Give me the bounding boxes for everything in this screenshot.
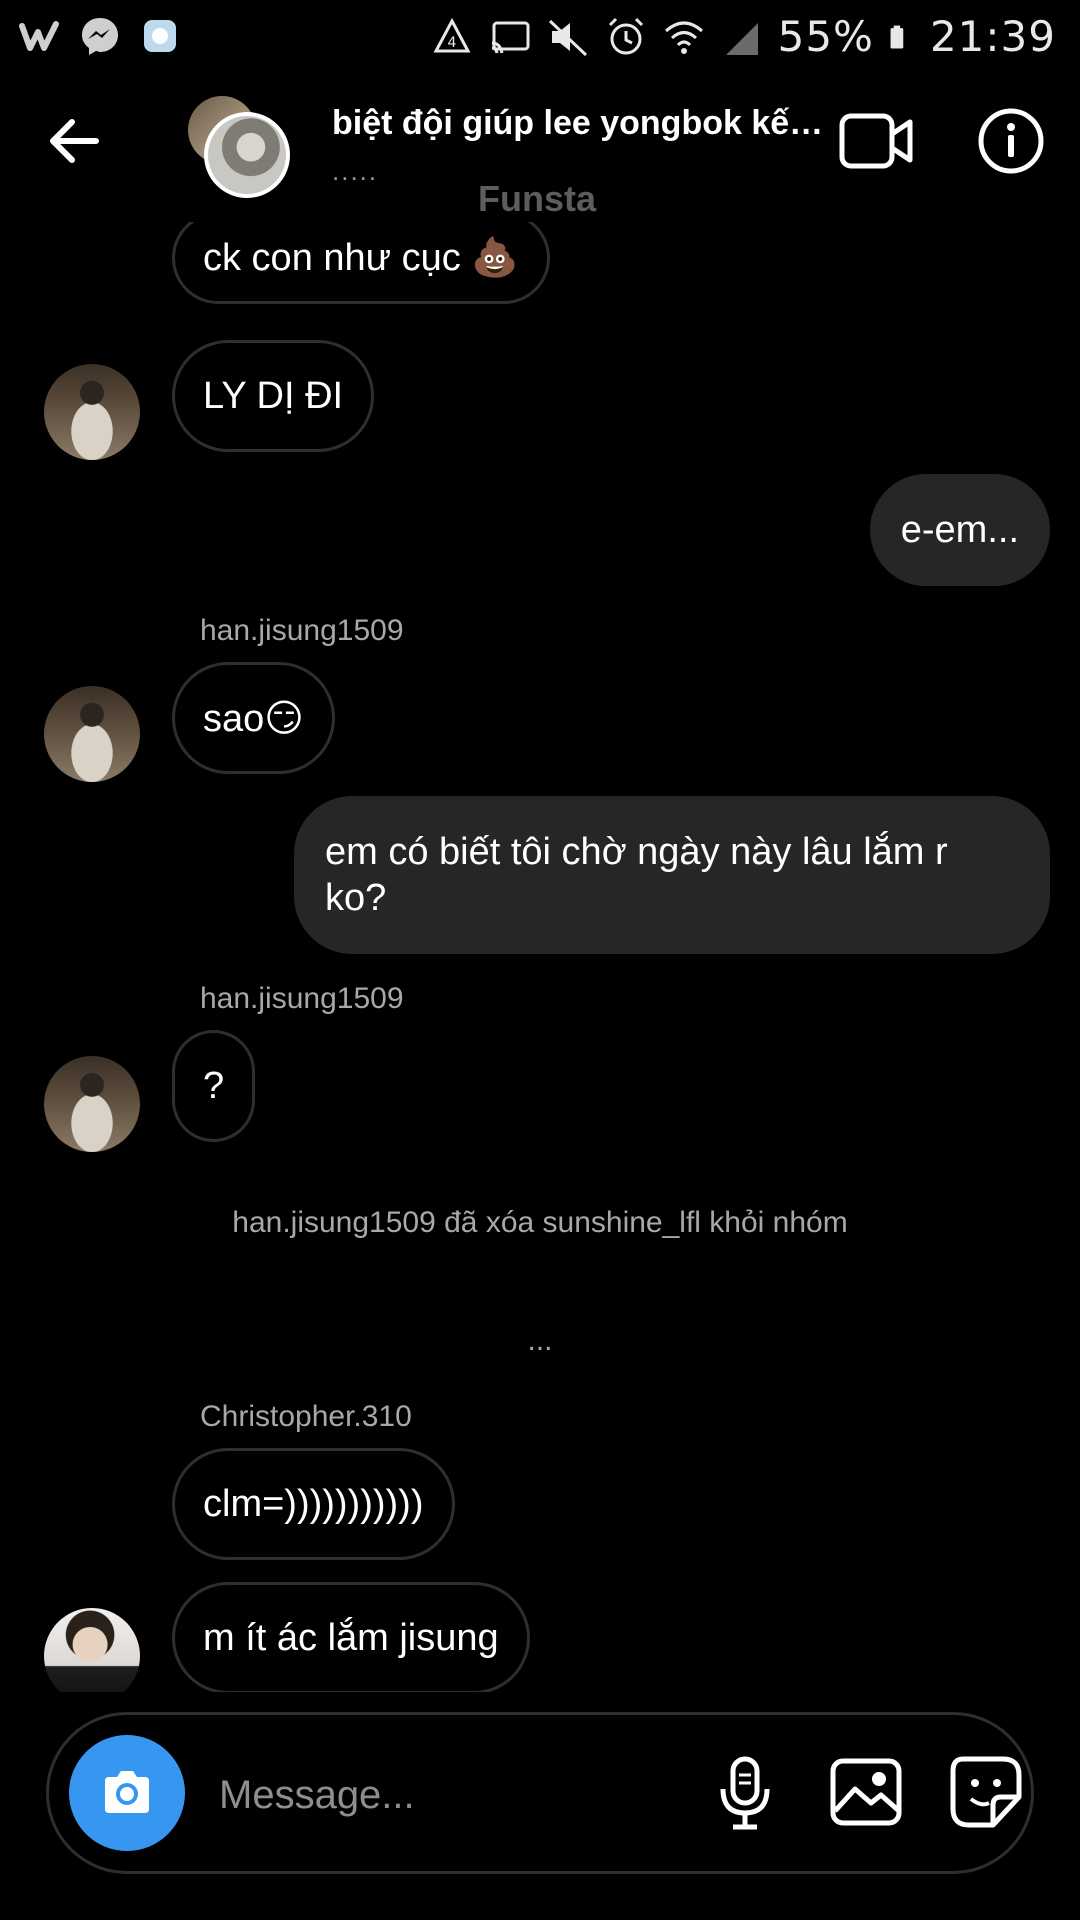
system-message: ... bbox=[527, 1324, 553, 1357]
message-bubble[interactable]: clm=))))))))))) bbox=[172, 1448, 455, 1560]
wattpad-icon bbox=[19, 21, 59, 51]
battery-percent: 55% bbox=[777, 12, 874, 61]
message-bubble[interactable]: ck con như cục 💩 bbox=[172, 222, 550, 304]
camera-icon bbox=[105, 1771, 149, 1813]
message-bubble[interactable]: ? bbox=[172, 1030, 256, 1142]
cast-icon bbox=[491, 21, 530, 53]
sender-avatar[interactable] bbox=[44, 364, 140, 460]
sender-avatar[interactable] bbox=[44, 686, 140, 782]
video-call-icon[interactable] bbox=[838, 110, 914, 172]
sender-name: han.jisung1509 bbox=[200, 614, 404, 647]
funsta-label: Funsta bbox=[478, 178, 597, 219]
alarm-icon bbox=[608, 17, 643, 54]
my-message-bubble[interactable]: em có biết tôi chờ ngày này lâu lắm r ko… bbox=[294, 796, 1050, 954]
sender-avatar[interactable] bbox=[44, 1608, 140, 1692]
wifi-icon bbox=[664, 21, 703, 54]
message-input[interactable] bbox=[217, 1759, 651, 1831]
clock: 21:39 bbox=[929, 12, 1056, 61]
sender-name: Christopher.310 bbox=[200, 1400, 412, 1433]
message-bubble[interactable]: m ít ác lắm jisung bbox=[172, 1582, 530, 1692]
gallery-icon[interactable] bbox=[827, 1753, 907, 1833]
message-thread[interactable]: ck con như cục 💩 LY DỊ ĐI e-em... han.ji… bbox=[0, 222, 1080, 1692]
battery-icon bbox=[890, 25, 904, 48]
status-bar: 4 55% 21:39 bbox=[0, 0, 1080, 80]
data-saver-icon: 4 bbox=[433, 17, 471, 52]
my-message-bubble[interactable]: e-em... bbox=[869, 474, 1050, 586]
group-avatar-front bbox=[204, 112, 290, 198]
signal-icon bbox=[725, 22, 758, 55]
group-avatar[interactable] bbox=[188, 96, 298, 198]
system-message: han.jisung1509 đã xóa sunshine_lfl khỏi … bbox=[232, 1206, 848, 1239]
message-bubble[interactable]: sao😏 bbox=[172, 662, 335, 774]
mute-icon bbox=[548, 19, 587, 56]
sticker-icon[interactable] bbox=[947, 1753, 1027, 1833]
info-icon[interactable] bbox=[976, 106, 1046, 176]
messenger-icon bbox=[82, 18, 118, 55]
chat-header: biệt đội giúp lee yongbok kết ... ..... … bbox=[0, 86, 1080, 226]
sender-avatar[interactable] bbox=[44, 1056, 140, 1152]
back-arrow-icon[interactable] bbox=[44, 110, 106, 172]
microphone-icon[interactable] bbox=[705, 1753, 785, 1833]
message-composer bbox=[46, 1712, 1034, 1874]
message-bubble[interactable]: LY DỊ ĐI bbox=[172, 340, 375, 452]
group-subtitle: ..... bbox=[332, 156, 379, 186]
app-icon bbox=[144, 20, 176, 52]
sender-name: han.jisung1509 bbox=[200, 982, 404, 1015]
svg-text:4: 4 bbox=[447, 35, 456, 51]
camera-button[interactable] bbox=[69, 1735, 185, 1851]
group-title[interactable]: biệt đội giúp lee yongbok kết ... bbox=[332, 104, 832, 143]
